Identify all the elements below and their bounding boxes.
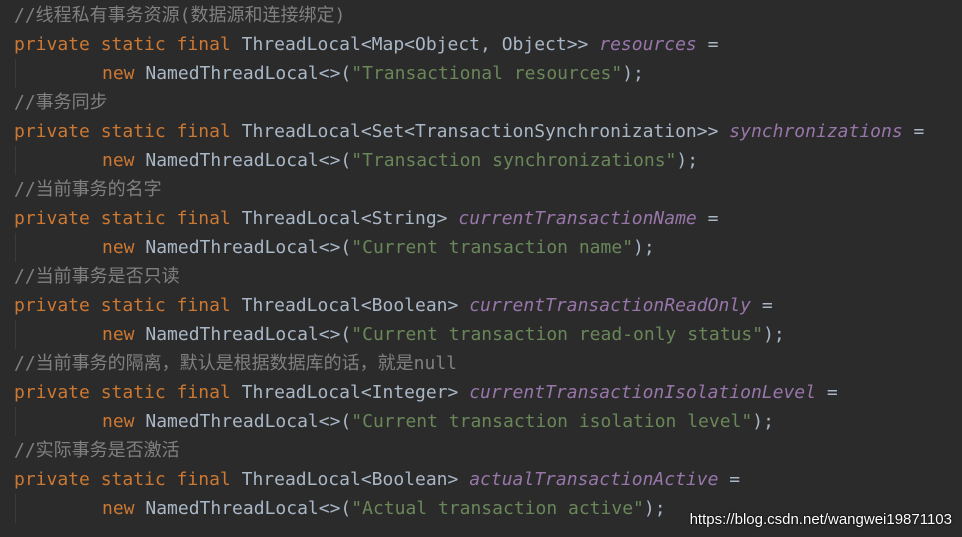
field-type: ThreadLocal<Integer> [241,382,459,403]
keyword-final: final [176,295,231,316]
field-name: resources [599,34,697,55]
keyword-new: new [102,63,135,84]
keyword-private: private [14,208,90,229]
field-declaration-line: private static final ThreadLocal<Set<Tra… [14,117,924,146]
field-name: currentTransactionName [458,208,697,229]
field-name: actualTransactionActive [469,469,719,490]
keyword-new: new [102,324,135,345]
code-comment: //当前事务是否只读 [14,266,180,287]
assign-operator: = [761,295,773,316]
keyword-final: final [176,382,231,403]
keyword-new: new [102,498,135,519]
statement-end: ); [643,498,666,519]
constructor-call: NamedThreadLocal<>( [145,498,352,519]
field-name: synchronizations [729,121,903,142]
keyword-static: static [100,121,166,142]
initializer-line: new NamedThreadLocal<>("Transactional re… [14,59,644,88]
assign-operator: = [913,121,925,142]
keyword-final: final [176,469,231,490]
field-name: currentTransactionReadOnly [469,295,751,316]
string-literal: "Transaction synchronizations" [351,150,677,171]
keyword-private: private [14,382,90,403]
keyword-static: static [100,382,166,403]
code-comment: //当前事务的名字 [14,179,162,200]
field-type: ThreadLocal<Boolean> [241,295,459,316]
string-literal: "Actual transaction active" [351,498,644,519]
string-literal: "Transactional resources" [351,63,623,84]
keyword-new: new [102,150,135,171]
string-literal: "Current transaction read-only status" [351,324,764,345]
field-type: ThreadLocal<Map<Object, Object>> [241,34,589,55]
statement-end: ); [622,63,644,84]
assign-operator: = [826,382,838,403]
keyword-new: new [102,411,135,432]
keyword-static: static [100,34,166,55]
initializer-line: new NamedThreadLocal<>("Current transact… [14,320,785,349]
statement-end: ); [676,150,699,171]
keyword-static: static [100,295,166,316]
initializer-line: new NamedThreadLocal<>("Actual transacti… [14,494,666,523]
assign-operator: = [707,34,719,55]
constructor-call: NamedThreadLocal<>( [145,63,352,84]
code-editor[interactable]: //线程私有事务资源(数据源和连接绑定) private static fina… [0,0,962,537]
keyword-final: final [176,34,231,55]
keyword-private: private [14,295,90,316]
keyword-final: final [176,121,231,142]
code-comment: //事务同步 [14,92,108,113]
keyword-private: private [14,469,90,490]
keyword-final: final [176,208,231,229]
constructor-call: NamedThreadLocal<>( [145,237,352,258]
initializer-line: new NamedThreadLocal<>("Transaction sync… [14,146,698,175]
initializer-line: new NamedThreadLocal<>("Current transact… [14,407,774,436]
code-comment: //当前事务的隔离，默认是根据数据库的话，就是null [14,353,458,374]
field-declaration-line: private static final ThreadLocal<Boolean… [14,465,740,494]
watermark-url: https://blog.csdn.net/wangwei19871103 [689,511,952,528]
string-literal: "Current transaction name" [351,237,634,258]
statement-end: ); [763,324,785,345]
keyword-static: static [100,469,166,490]
assign-operator: = [729,469,741,490]
statement-end: ); [633,237,655,258]
constructor-call: NamedThreadLocal<>( [145,150,352,171]
code-comment: //线程私有事务资源(数据源和连接绑定) [14,5,346,26]
field-declaration-line: private static final ThreadLocal<Boolean… [14,291,773,320]
field-type: ThreadLocal<String> [241,208,448,229]
initializer-line: new NamedThreadLocal<>("Current transact… [14,233,655,262]
string-literal: "Current transaction isolation level" [351,411,753,432]
field-type: ThreadLocal<Boolean> [241,469,459,490]
field-type: ThreadLocal<Set<TransactionSynchronizati… [241,121,719,142]
keyword-new: new [102,237,135,258]
keyword-private: private [14,34,90,55]
field-name: currentTransactionIsolationLevel [469,382,816,403]
assign-operator: = [707,208,719,229]
statement-end: ); [752,411,774,432]
constructor-call: NamedThreadLocal<>( [145,411,352,432]
field-declaration-line: private static final ThreadLocal<String>… [14,204,718,233]
keyword-static: static [100,208,166,229]
field-declaration-line: private static final ThreadLocal<Integer… [14,378,838,407]
keyword-private: private [14,121,90,142]
code-comment: //实际事务是否激活 [14,440,180,461]
constructor-call: NamedThreadLocal<>( [145,324,352,345]
field-declaration-line: private static final ThreadLocal<Map<Obj… [14,30,718,59]
